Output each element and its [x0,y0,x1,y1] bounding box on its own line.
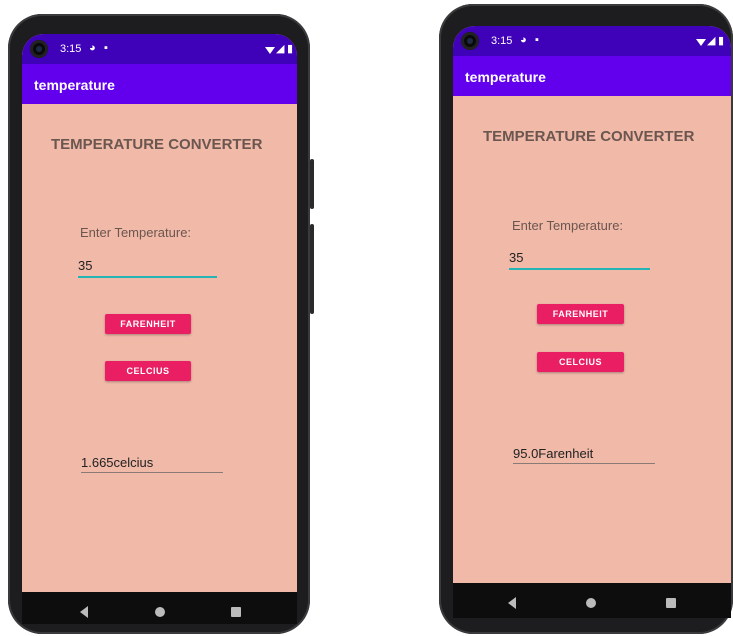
nav-bar [453,583,731,618]
page-title: TEMPERATURE CONVERTER [51,136,263,153]
signal-icon: ◢ [276,43,285,55]
phone-frame-right: 3:15 ◕ ▪ ◢ ▮ temperature TEMPERATURE CON… [439,4,733,634]
sd-card-icon: ▪ [535,34,539,46]
wifi-icon [265,45,275,57]
volume-button [310,224,314,314]
celcius-button[interactable]: CELCIUS [105,361,191,381]
app-title: temperature [465,69,546,85]
celcius-button[interactable]: CELCIUS [537,352,624,372]
status-bar: 3:15 ◕ ▪ ◢ ▮ [453,26,731,56]
status-time: 3:15 [60,43,82,55]
back-icon[interactable] [508,597,516,609]
screen-left: 3:15 ◕ ▪ ◢ ▮ temperature TEMPERATURE CON… [22,34,297,624]
input-label: Enter Temperature: [512,218,624,233]
sd-card-icon: ▪ [104,42,108,54]
battery-icon: ▮ [718,35,725,47]
camera-icon [30,40,48,58]
result-text: 95.0Farenheit [513,446,655,464]
settings-status-icon: ◕ [89,42,96,54]
recents-icon[interactable] [231,607,241,617]
farenheit-button[interactable]: FARENHEIT [105,314,191,334]
page-title: TEMPERATURE CONVERTER [483,128,695,145]
camera-icon [461,32,479,50]
battery-icon: ▮ [287,43,294,55]
temperature-input[interactable] [509,248,650,270]
temperature-input[interactable] [78,256,217,278]
back-icon[interactable] [80,606,88,618]
recents-icon[interactable] [666,598,676,608]
result-text: 1.665celcius [81,455,223,473]
app-bar: temperature [453,56,731,96]
status-bar: 3:15 ◕ ▪ ◢ ▮ [22,34,297,64]
signal-icon: ◢ [707,35,716,47]
power-button [310,159,314,209]
settings-status-icon: ◕ [520,34,527,46]
farenheit-button[interactable]: FARENHEIT [537,304,624,324]
wifi-icon [696,37,706,49]
phone-frame-left: 3:15 ◕ ▪ ◢ ▮ temperature TEMPERATURE CON… [8,14,314,634]
app-title: temperature [34,77,115,93]
home-icon[interactable] [155,607,165,617]
nav-bar [22,592,297,624]
app-bar: temperature [22,64,297,104]
input-label: Enter Temperature: [80,225,192,240]
status-time: 3:15 [491,35,513,47]
screen-right: 3:15 ◕ ▪ ◢ ▮ temperature TEMPERATURE CON… [453,26,731,618]
home-icon[interactable] [586,598,596,608]
